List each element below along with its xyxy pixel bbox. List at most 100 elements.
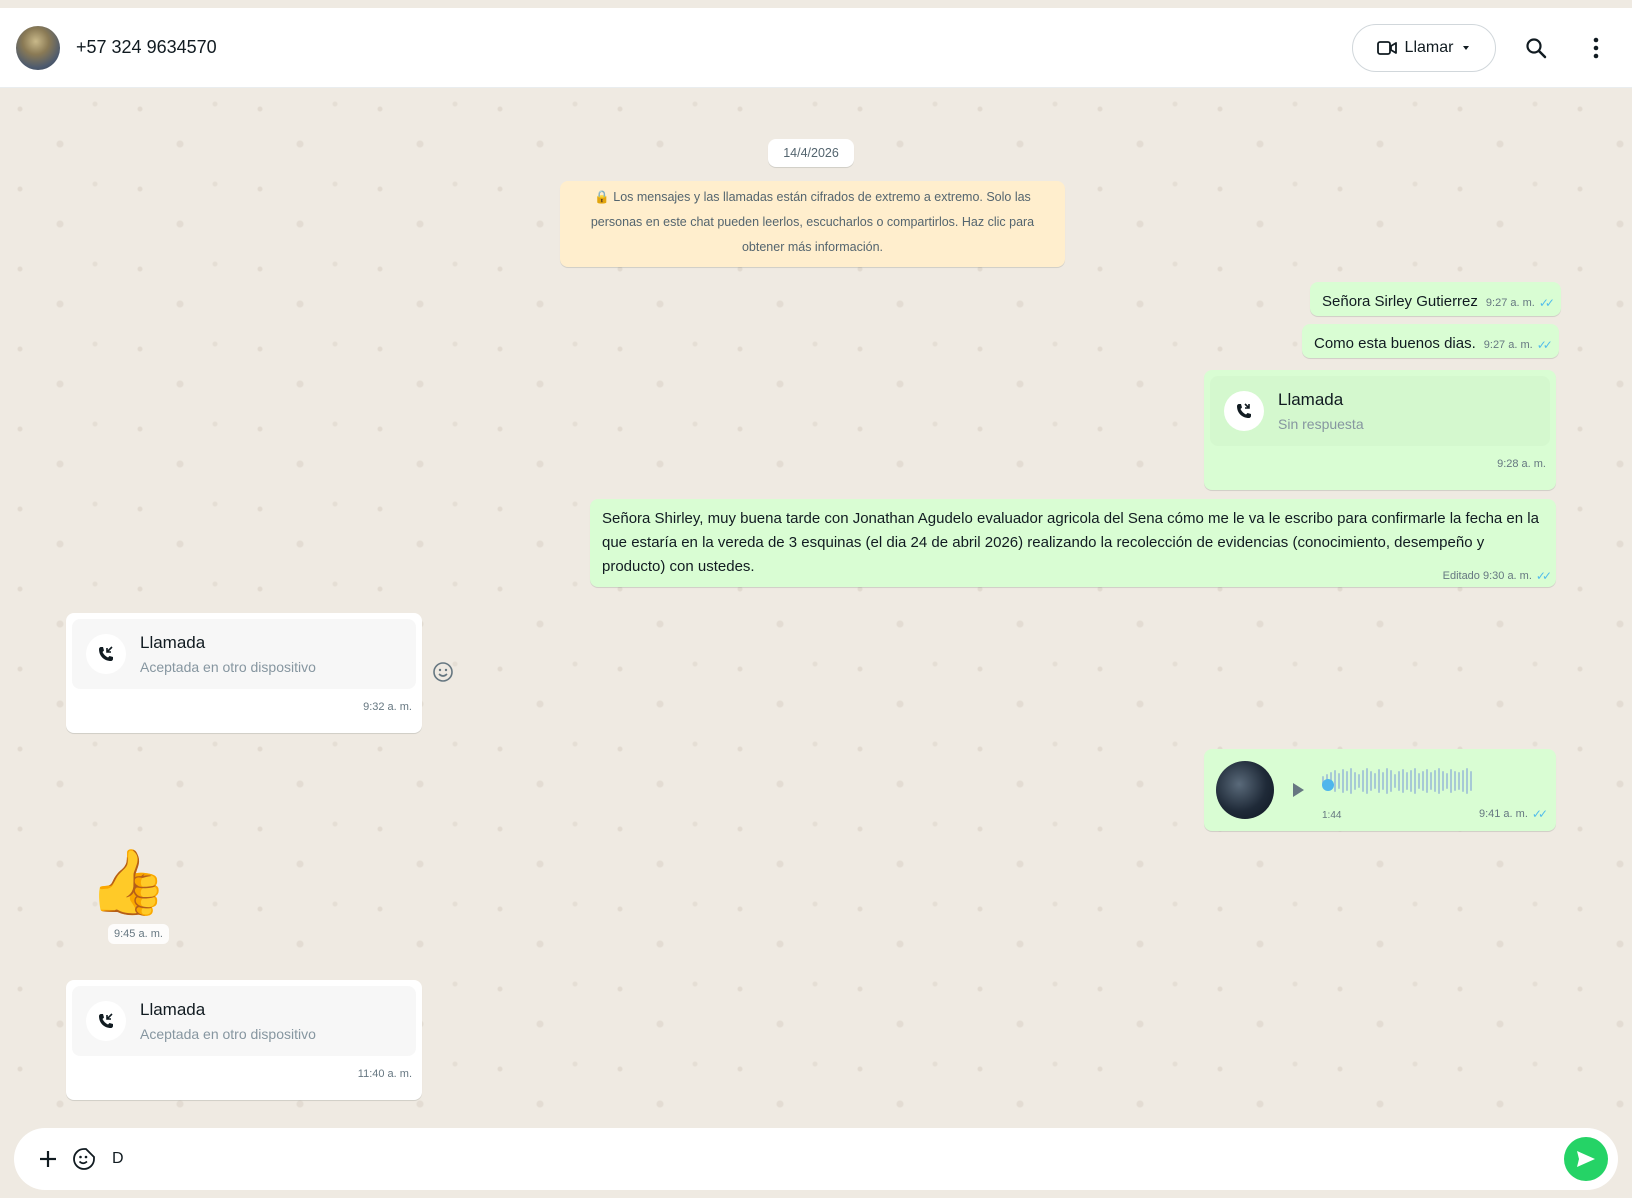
message-meta-row: Editado 9:30 a. m. ✓✓ <box>1442 566 1552 583</box>
waveform-bar <box>1386 768 1388 794</box>
call-message-incoming[interactable]: Llamada Aceptada en otro dispositivo 11:… <box>66 980 422 1100</box>
call-title: Llamada <box>1278 390 1344 409</box>
message-meta-row: 9:32 a. m. <box>72 697 416 714</box>
call-title: Llamada <box>140 1000 206 1019</box>
search-icon[interactable] <box>1516 28 1556 68</box>
waveform-bar <box>1466 768 1468 794</box>
waveform-bar <box>1450 769 1452 793</box>
message-time: 9:45 a. m. <box>108 924 169 944</box>
chat-messages-area[interactable]: 14/4/2026 🔒 Los mensajes y las llamadas … <box>0 89 1632 1127</box>
call-text: Llamada Aceptada en otro dispositivo <box>140 1000 316 1042</box>
call-button-label: Llamar <box>1404 38 1454 56</box>
date-chip: 14/4/2026 <box>768 139 854 167</box>
message-time: 9:28 a. m. <box>1497 458 1546 470</box>
waveform-bar <box>1414 768 1416 794</box>
message-time: 11:40 a. m. <box>357 1068 412 1080</box>
message-outgoing-long[interactable]: Señora Shirley, muy buena tarde con Jona… <box>590 499 1556 587</box>
call-text: Llamada Sin respuesta <box>1278 390 1364 432</box>
waveform-bar <box>1438 768 1440 794</box>
call-title: Llamada <box>140 633 206 652</box>
waveform-bar <box>1366 768 1368 794</box>
encryption-notice[interactable]: 🔒 Los mensajes y las llamadas están cifr… <box>560 181 1065 267</box>
message-time: 9:41 a. m. <box>1478 808 1528 820</box>
read-ticks-icon: ✓✓ <box>1538 296 1555 310</box>
read-ticks-icon: ✓✓ <box>1531 807 1548 821</box>
message-meta: 9:27 a. m. ✓✓ <box>1485 296 1555 310</box>
voice-player: 1:44 9:41 a. m. ✓✓ <box>1322 759 1548 821</box>
call-message-outgoing[interactable]: Llamada Sin respuesta 9:28 a. m. <box>1204 370 1556 490</box>
waveform-bar <box>1418 773 1420 789</box>
waveform-bar <box>1402 769 1404 793</box>
waveform-bar <box>1370 771 1372 791</box>
contact-avatar[interactable] <box>16 25 60 70</box>
message-time: Editado 9:30 a. m. <box>1442 570 1532 582</box>
message-meta-row: 9:28 a. m. <box>1210 454 1550 471</box>
waveform-bar <box>1458 772 1460 790</box>
missed-call-icon <box>1224 391 1264 431</box>
read-ticks-icon: ✓✓ <box>1535 569 1552 583</box>
message-time: 9:27 a. m. <box>1483 339 1533 351</box>
call-card: Llamada Aceptada en otro dispositivo <box>72 619 416 689</box>
waveform-bar <box>1446 773 1448 789</box>
waveform-bar <box>1374 773 1376 789</box>
waveform-bar <box>1350 768 1352 794</box>
message-meta: 9:27 a. m. ✓✓ <box>1483 338 1553 352</box>
waveform-bar <box>1410 770 1412 792</box>
emoji-message[interactable]: 👍 <box>88 846 168 918</box>
call-text: Llamada Aceptada en otro dispositivo <box>140 633 316 675</box>
waveform-bar <box>1434 770 1436 792</box>
waveform-bar <box>1394 774 1396 788</box>
waveform-bar <box>1338 773 1340 789</box>
call-status: Aceptada en otro dispositivo <box>140 659 316 675</box>
message-composer: D <box>14 1128 1618 1190</box>
react-emoji-icon[interactable] <box>430 659 456 685</box>
incoming-call-icon <box>86 1001 126 1041</box>
voice-progress-knob[interactable] <box>1322 779 1334 791</box>
waveform-bar <box>1342 769 1344 793</box>
waveform-bar <box>1378 769 1380 793</box>
chat-header: +57 324 9634570 Llamar <box>0 8 1632 88</box>
waveform-bar <box>1406 772 1408 790</box>
sticker-emoji-icon[interactable] <box>66 1141 102 1177</box>
voice-waveform[interactable] <box>1322 767 1472 795</box>
message-meta-row: 11:40 a. m. <box>72 1064 416 1081</box>
incoming-call-icon <box>86 634 126 674</box>
call-status: Sin respuesta <box>1278 416 1364 432</box>
waveform-bar <box>1346 771 1348 791</box>
waveform-bar <box>1442 771 1444 791</box>
waveform-bar <box>1362 770 1364 792</box>
whatsapp-chat-window: +57 324 9634570 Llamar 14/4/2026 🔒 Los m… <box>0 0 1632 1198</box>
voice-message-outgoing[interactable]: 1:44 9:41 a. m. ✓✓ <box>1204 749 1556 831</box>
message-outgoing[interactable]: Como esta buenos dias. 9:27 a. m. ✓✓ <box>1302 324 1559 358</box>
waveform-bar <box>1462 770 1464 792</box>
call-card: Llamada Aceptada en otro dispositivo <box>72 986 416 1056</box>
menu-dots-icon[interactable] <box>1576 28 1616 68</box>
message-time: 9:27 a. m. <box>1485 297 1535 309</box>
waveform-bar <box>1334 770 1336 792</box>
chevron-down-icon <box>1461 44 1471 52</box>
message-text: Señora Sirley Gutierrez <box>1322 293 1478 310</box>
waveform-bar <box>1354 772 1356 790</box>
encryption-notice-text: Los mensajes y las llamadas están cifrad… <box>590 190 1035 254</box>
play-icon[interactable] <box>1288 782 1308 798</box>
voice-sender-avatar <box>1216 761 1274 819</box>
waveform-bar <box>1382 772 1384 790</box>
send-button[interactable] <box>1564 1137 1608 1181</box>
message-outgoing[interactable]: Señora Sirley Gutierrez 9:27 a. m. ✓✓ <box>1310 282 1561 316</box>
waveform-bar <box>1358 774 1360 788</box>
waveform-bar <box>1398 771 1400 791</box>
waveform-bar <box>1426 769 1428 793</box>
contact-name[interactable]: +57 324 9634570 <box>76 37 217 58</box>
video-icon <box>1376 40 1397 56</box>
message-input[interactable]: D <box>102 1150 1564 1168</box>
call-status: Aceptada en otro dispositivo <box>140 1026 316 1042</box>
message-meta: 9:41 a. m. ✓✓ <box>1478 807 1548 821</box>
call-message-incoming[interactable]: Llamada Aceptada en otro dispositivo 9:3… <box>66 613 422 733</box>
voice-duration: 1:44 <box>1322 810 1342 821</box>
call-card: Llamada Sin respuesta <box>1210 376 1550 446</box>
call-button[interactable]: Llamar <box>1352 23 1496 72</box>
waveform-bar <box>1430 772 1432 790</box>
attach-plus-icon[interactable] <box>30 1141 66 1177</box>
message-text: Como esta buenos dias. <box>1314 335 1476 352</box>
waveform-bar <box>1422 771 1424 791</box>
